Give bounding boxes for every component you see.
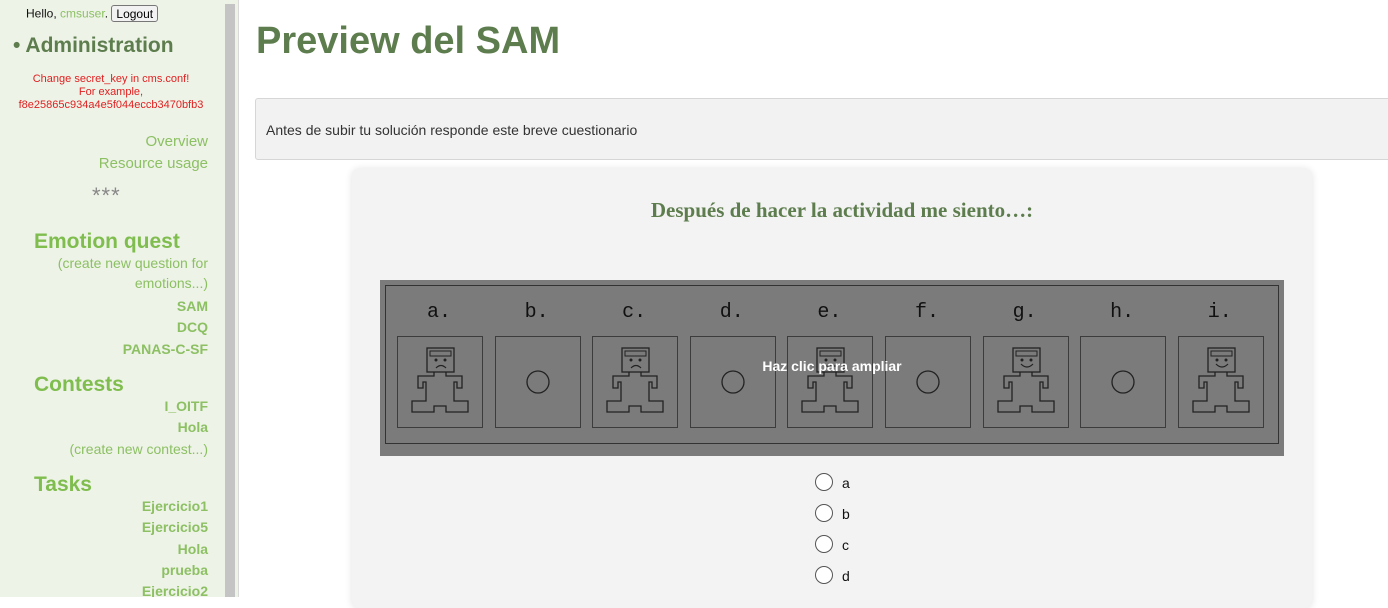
page-title: Preview del SAM: [256, 20, 561, 62]
contest-item-hola[interactable]: Hola: [178, 419, 208, 435]
separator-stars: ***: [92, 183, 121, 208]
notice-box: Antes de subir tu solución responde este…: [255, 98, 1388, 160]
contest-item-ioitf[interactable]: I_OITF: [164, 398, 208, 414]
tasks-title[interactable]: Tasks: [34, 473, 92, 497]
sam-manikin-sad-icon: [592, 336, 679, 428]
radio-button[interactable]: [815, 473, 833, 491]
zoom-hint[interactable]: Haz clic para ampliar: [380, 358, 1284, 374]
main-content: Preview del SAM Antes de subir tu soluci…: [239, 0, 1388, 608]
sam-manikin-happy-icon: [982, 336, 1069, 428]
sam-image[interactable]: a. b. c. d. e. f. g. h. i. Haz clic para ampliar: [380, 280, 1284, 456]
task-item-ejercicio5[interactable]: Ejercicio5: [142, 519, 208, 535]
option-label: a: [842, 475, 850, 491]
option-label: c: [842, 537, 849, 553]
task-item-hola[interactable]: Hola: [178, 541, 208, 557]
hello-text: Hello,: [26, 6, 61, 21]
create-contest-link[interactable]: (create new contest...): [69, 441, 208, 457]
sam-label: e.: [817, 301, 842, 324]
username-link[interactable]: cmsuser: [60, 7, 105, 21]
sam-label: h.: [1110, 301, 1135, 324]
secret-key-value: f8e25865c934a4e5f044eccb3470bfb3: [18, 99, 204, 111]
secret-key-warning-example: For example,: [78, 86, 144, 98]
task-item-prueba[interactable]: prueba: [161, 562, 208, 578]
sam-manikin-happy-icon: [1177, 336, 1264, 428]
task-item-ejercicio2[interactable]: Ejercicio2: [142, 583, 208, 597]
create-emotion-question-link[interactable]: (create new question for emotions...): [38, 253, 208, 293]
sidebar-scrollbar[interactable]: [222, 0, 239, 597]
emotion-item-sam[interactable]: SAM: [177, 298, 208, 314]
overview-link[interactable]: Overview: [145, 133, 208, 150]
radio-button[interactable]: [815, 504, 833, 522]
sam-label: g.: [1012, 301, 1037, 324]
sam-label: f.: [914, 301, 939, 324]
username-dot: .: [104, 6, 109, 21]
sam-label: i.: [1207, 301, 1232, 324]
sidebar: Hello, cmsuser. Logout • Administration …: [0, 0, 222, 597]
questionnaire-card: Después de hacer la actividad me siento……: [352, 168, 1312, 608]
question-text: Después de hacer la actividad me siento……: [650, 198, 1034, 222]
sam-label: d.: [719, 301, 744, 324]
radio-button[interactable]: [815, 566, 833, 584]
sam-label: b.: [524, 301, 549, 324]
sidebar-scrollbar-thumb[interactable]: [225, 4, 235, 597]
sam-circle-icon: [1080, 336, 1167, 428]
option-label: d: [842, 568, 850, 584]
task-item-ejercicio1[interactable]: Ejercicio1: [142, 498, 208, 514]
sam-circle-icon: [494, 336, 581, 428]
option-label: b: [842, 506, 850, 522]
notice-text: Antes de subir tu solución responde este…: [266, 122, 638, 138]
sam-manikin-neutral-icon: [787, 336, 874, 428]
secret-key-warning: Change secret_key in cms.conf!: [32, 73, 190, 85]
radio-button[interactable]: [815, 535, 833, 553]
contests-title[interactable]: Contests: [34, 373, 124, 397]
sam-manikin-sad-icon: [397, 336, 483, 428]
login-status: Hello, cmsuser. Logout: [26, 5, 159, 22]
emotion-item-panas[interactable]: PANAS-C-SF: [123, 341, 208, 357]
sam-circle-icon: [885, 336, 971, 428]
resource-usage-link[interactable]: Resource usage: [99, 155, 208, 172]
logout-button[interactable]: Logout: [111, 5, 159, 22]
sam-circle-icon: [689, 336, 776, 428]
emotion-item-dcq[interactable]: DCQ: [177, 319, 208, 335]
emotion-quest-title[interactable]: Emotion quest: [34, 230, 180, 254]
sam-label: c.: [622, 301, 647, 324]
administration-title[interactable]: • Administration: [13, 34, 174, 58]
sam-label: a.: [426, 301, 451, 324]
